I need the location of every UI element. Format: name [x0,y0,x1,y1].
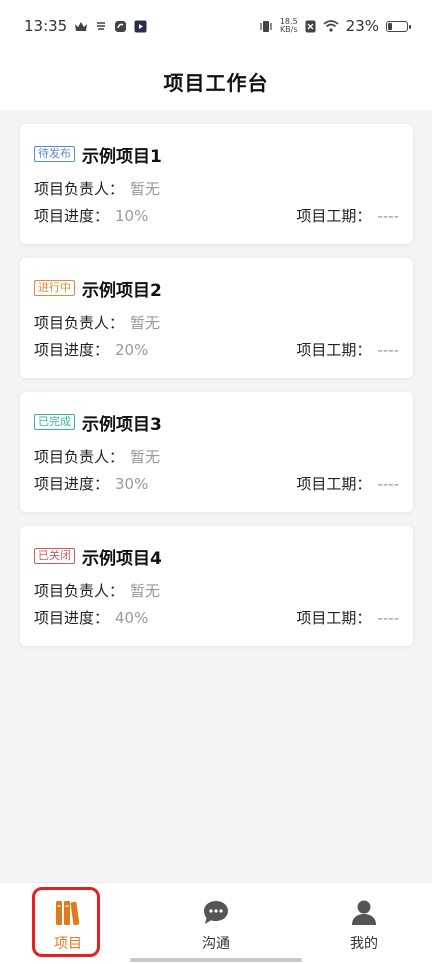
project-name: 示例项目2 [82,280,162,301]
project-card[interactable]: 进行中 示例项目2 项目负责人： 暂无 项目进度： 20% 项目工期： ---- [20,258,413,378]
project-name: 示例项目4 [82,548,162,569]
page-title: 项目工作台 [163,70,269,95]
owner-row: 项目负责人： 暂无 [34,446,399,467]
owner-value: 暂无 [130,314,161,332]
period-label: 项目工期： [296,609,372,627]
home-indicator [130,958,302,962]
progress-value: 40% [115,609,149,627]
progress-row: 项目进度： 30% 项目工期： ---- [34,473,399,494]
owner-row: 项目负责人： 暂无 [34,312,399,333]
progress-value: 30% [115,475,149,493]
period-label: 项目工期： [296,207,372,225]
period-label: 项目工期： [296,341,372,359]
battery-percent: 23% [345,17,379,35]
progress-label: 项目进度： [34,207,110,225]
progress-value: 20% [115,341,149,359]
owner-label: 项目负责人： [34,582,125,600]
status-bar: 13:35 18.5 KB/s 23% [0,0,432,52]
period-value: ---- [377,609,399,627]
owner-label: 项目负责人： [34,180,125,198]
owner-label: 项目负责人： [34,448,125,466]
period-value: ---- [377,207,399,225]
project-card-header: 待发布 示例项目1 [34,144,399,167]
project-card-header: 进行中 示例项目2 [34,278,399,301]
user-icon [348,897,380,929]
progress-value: 10% [115,207,149,225]
sim-icon [305,20,316,33]
tab-bar: 项目 沟通 我的 [0,882,432,964]
tab-label: 项目 [54,936,82,952]
tab-me[interactable]: 我的 [314,883,414,964]
tab-chat[interactable]: 沟通 [166,883,266,964]
tab-label: 我的 [350,936,378,952]
progress-label: 项目进度： [34,475,110,493]
project-card[interactable]: 已完成 示例项目3 项目负责人： 暂无 项目进度： 30% 项目工期： ---- [20,392,413,512]
period-value: ---- [377,475,399,493]
status-badge: 已完成 [34,414,75,430]
progress-label: 项目进度： [34,341,110,359]
project-name: 示例项目3 [82,414,162,435]
net-speed: 18.5 KB/s [280,18,298,34]
project-card-header: 已完成 示例项目3 [34,412,399,435]
project-card[interactable]: 已关闭 示例项目4 项目负责人： 暂无 项目进度： 40% 项目工期： ---- [20,526,413,646]
owner-label: 项目负责人： [34,314,125,332]
status-badge: 进行中 [34,280,75,296]
books-icon [52,897,84,929]
status-time: 13:35 [24,17,68,35]
status-left: 13:35 [24,17,147,35]
progress-label: 项目进度： [34,609,110,627]
project-card[interactable]: 待发布 示例项目1 项目负责人： 暂无 项目进度： 10% 项目工期： ---- [20,124,413,244]
owner-row: 项目负责人： 暂无 [34,580,399,601]
vibrate-icon [259,20,273,33]
owner-value: 暂无 [130,448,161,466]
status-badge: 已关闭 [34,548,75,564]
progress-row: 项目进度： 40% 项目工期： ---- [34,607,399,628]
play-icon [134,20,147,33]
tab-label: 沟通 [202,936,230,952]
status-badge: 待发布 [34,146,75,162]
crown-icon [74,21,88,32]
project-name: 示例项目1 [82,146,162,167]
battery-icon [386,20,411,32]
chat-bubble-icon [200,897,232,929]
period-label: 项目工期： [296,475,372,493]
owner-value: 暂无 [130,582,161,600]
status-right: 18.5 KB/s 23% [259,17,411,35]
owner-row: 项目负责人： 暂无 [34,178,399,199]
net-speed-unit: KB/s [279,25,298,34]
progress-row: 项目进度： 10% 项目工期： ---- [34,205,399,226]
period-value: ---- [377,341,399,359]
owner-value: 暂无 [130,180,161,198]
app-icon [95,20,107,32]
project-card-header: 已关闭 示例项目4 [34,546,399,569]
tab-projects[interactable]: 项目 [18,883,118,964]
project-list: 待发布 示例项目1 项目负责人： 暂无 项目进度： 10% 项目工期： ---- 进行… [20,124,413,660]
app-icon [114,20,127,33]
progress-row: 项目进度： 20% 项目工期： ---- [34,339,399,360]
wifi-icon [323,20,339,32]
page-header: 项目工作台 [0,52,432,110]
